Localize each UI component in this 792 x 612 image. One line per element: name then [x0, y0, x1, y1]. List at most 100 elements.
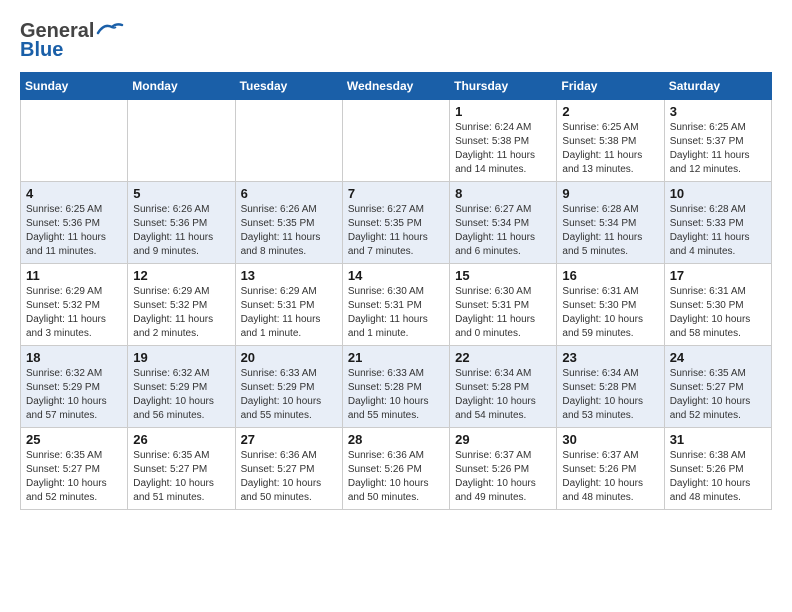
- day-info: Sunrise: 6:37 AM Sunset: 5:26 PM Dayligh…: [455, 449, 551, 505]
- calendar-cell: 18 Sunrise: 6:32 AM Sunset: 5:29 PM Dayli…: [21, 346, 128, 428]
- day-number: 4: [26, 186, 122, 201]
- day-info: Sunrise: 6:33 AM Sunset: 5:29 PM Dayligh…: [241, 367, 337, 423]
- day-number: 14: [348, 268, 444, 283]
- day-number: 8: [455, 186, 551, 201]
- day-number: 31: [670, 432, 766, 447]
- day-number: 12: [133, 268, 229, 283]
- week-row-5: 25 Sunrise: 6:35 AM Sunset: 5:27 PM Dayli…: [21, 428, 772, 510]
- day-info: Sunrise: 6:31 AM Sunset: 5:30 PM Dayligh…: [670, 285, 766, 341]
- week-row-2: 4 Sunrise: 6:25 AM Sunset: 5:36 PM Daylig…: [21, 182, 772, 264]
- day-info: Sunrise: 6:28 AM Sunset: 5:33 PM Dayligh…: [670, 203, 766, 259]
- day-number: 15: [455, 268, 551, 283]
- calendar-cell: [342, 100, 449, 182]
- day-number: 1: [455, 104, 551, 119]
- day-number: 16: [562, 268, 658, 283]
- day-info: Sunrise: 6:29 AM Sunset: 5:32 PM Dayligh…: [26, 285, 122, 341]
- day-info: Sunrise: 6:37 AM Sunset: 5:26 PM Dayligh…: [562, 449, 658, 505]
- day-number: 6: [241, 186, 337, 201]
- logo-blue-text: Blue: [20, 39, 63, 62]
- calendar-cell: 6 Sunrise: 6:26 AM Sunset: 5:35 PM Daylig…: [235, 182, 342, 264]
- weekday-header-saturday: Saturday: [664, 73, 771, 100]
- calendar-cell: 30Sunrise: 6:37 AM Sunset: 5:26 PM Dayli…: [557, 428, 664, 510]
- logo: General Blue: [20, 20, 124, 62]
- day-info: Sunrise: 6:29 AM Sunset: 5:32 PM Dayligh…: [133, 285, 229, 341]
- day-info: Sunrise: 6:32 AM Sunset: 5:29 PM Dayligh…: [133, 367, 229, 423]
- week-row-4: 18 Sunrise: 6:32 AM Sunset: 5:29 PM Dayli…: [21, 346, 772, 428]
- calendar-cell: 24Sunrise: 6:35 AM Sunset: 5:27 PM Dayli…: [664, 346, 771, 428]
- day-info: Sunrise: 6:30 AM Sunset: 5:31 PM Dayligh…: [348, 285, 444, 341]
- day-number: 25: [26, 432, 122, 447]
- calendar-cell: 3 Sunrise: 6:25 AM Sunset: 5:37 PM Daylig…: [664, 100, 771, 182]
- day-number: 18: [26, 350, 122, 365]
- day-info: Sunrise: 6:25 AM Sunset: 5:38 PM Dayligh…: [562, 121, 658, 177]
- day-info: Sunrise: 6:33 AM Sunset: 5:28 PM Dayligh…: [348, 367, 444, 423]
- day-info: Sunrise: 6:24 AM Sunset: 5:38 PM Dayligh…: [455, 121, 551, 177]
- calendar-cell: 16 Sunrise: 6:31 AM Sunset: 5:30 PM Dayli…: [557, 264, 664, 346]
- calendar-cell: 11 Sunrise: 6:29 AM Sunset: 5:32 PM Dayli…: [21, 264, 128, 346]
- day-info: Sunrise: 6:27 AM Sunset: 5:34 PM Dayligh…: [455, 203, 551, 259]
- day-number: 11: [26, 268, 122, 283]
- calendar-cell: 29 Sunrise: 6:37 AM Sunset: 5:26 PM Dayli…: [450, 428, 557, 510]
- day-info: Sunrise: 6:27 AM Sunset: 5:35 PM Dayligh…: [348, 203, 444, 259]
- day-info: Sunrise: 6:35 AM Sunset: 5:27 PM Dayligh…: [670, 367, 766, 423]
- day-info: Sunrise: 6:26 AM Sunset: 5:36 PM Dayligh…: [133, 203, 229, 259]
- day-number: 17: [670, 268, 766, 283]
- calendar-cell: 15 Sunrise: 6:30 AM Sunset: 5:31 PM Dayli…: [450, 264, 557, 346]
- week-row-1: 1 Sunrise: 6:24 AM Sunset: 5:38 PM Daylig…: [21, 100, 772, 182]
- day-number: 13: [241, 268, 337, 283]
- page-header: General Blue: [20, 20, 772, 62]
- day-info: Sunrise: 6:35 AM Sunset: 5:27 PM Dayligh…: [133, 449, 229, 505]
- weekday-header-wednesday: Wednesday: [342, 73, 449, 100]
- calendar-cell: [235, 100, 342, 182]
- logo-bird-icon: [96, 21, 124, 39]
- calendar-cell: 25 Sunrise: 6:35 AM Sunset: 5:27 PM Dayli…: [21, 428, 128, 510]
- weekday-header-sunday: Sunday: [21, 73, 128, 100]
- weekday-header-row: SundayMondayTuesdayWednesdayThursdayFrid…: [21, 73, 772, 100]
- calendar-cell: [21, 100, 128, 182]
- calendar-cell: 12 Sunrise: 6:29 AM Sunset: 5:32 PM Dayli…: [128, 264, 235, 346]
- day-number: 29: [455, 432, 551, 447]
- weekday-header-friday: Friday: [557, 73, 664, 100]
- calendar-cell: 9Sunrise: 6:28 AM Sunset: 5:34 PM Daylig…: [557, 182, 664, 264]
- day-info: Sunrise: 6:31 AM Sunset: 5:30 PM Dayligh…: [562, 285, 658, 341]
- calendar-cell: 31 Sunrise: 6:38 AM Sunset: 5:26 PM Dayli…: [664, 428, 771, 510]
- calendar-cell: 10Sunrise: 6:28 AM Sunset: 5:33 PM Dayli…: [664, 182, 771, 264]
- day-number: 21: [348, 350, 444, 365]
- day-info: Sunrise: 6:36 AM Sunset: 5:26 PM Dayligh…: [348, 449, 444, 505]
- day-number: 22: [455, 350, 551, 365]
- calendar-cell: 2 Sunrise: 6:25 AM Sunset: 5:38 PM Daylig…: [557, 100, 664, 182]
- calendar-cell: 13 Sunrise: 6:29 AM Sunset: 5:31 PM Dayli…: [235, 264, 342, 346]
- calendar-cell: 7Sunrise: 6:27 AM Sunset: 5:35 PM Daylig…: [342, 182, 449, 264]
- day-number: 5: [133, 186, 229, 201]
- day-info: Sunrise: 6:26 AM Sunset: 5:35 PM Dayligh…: [241, 203, 337, 259]
- calendar-cell: 17 Sunrise: 6:31 AM Sunset: 5:30 PM Dayli…: [664, 264, 771, 346]
- calendar-cell: 14 Sunrise: 6:30 AM Sunset: 5:31 PM Dayli…: [342, 264, 449, 346]
- day-info: Sunrise: 6:30 AM Sunset: 5:31 PM Dayligh…: [455, 285, 551, 341]
- day-number: 9: [562, 186, 658, 201]
- day-number: 3: [670, 104, 766, 119]
- day-info: Sunrise: 6:38 AM Sunset: 5:26 PM Dayligh…: [670, 449, 766, 505]
- day-info: Sunrise: 6:34 AM Sunset: 5:28 PM Dayligh…: [455, 367, 551, 423]
- weekday-header-tuesday: Tuesday: [235, 73, 342, 100]
- calendar-cell: 20 Sunrise: 6:33 AM Sunset: 5:29 PM Dayli…: [235, 346, 342, 428]
- day-info: Sunrise: 6:25 AM Sunset: 5:37 PM Dayligh…: [670, 121, 766, 177]
- day-number: 26: [133, 432, 229, 447]
- day-number: 20: [241, 350, 337, 365]
- day-info: Sunrise: 6:36 AM Sunset: 5:27 PM Dayligh…: [241, 449, 337, 505]
- day-number: 19: [133, 350, 229, 365]
- weekday-header-thursday: Thursday: [450, 73, 557, 100]
- calendar-cell: 8 Sunrise: 6:27 AM Sunset: 5:34 PM Daylig…: [450, 182, 557, 264]
- calendar-cell: 1 Sunrise: 6:24 AM Sunset: 5:38 PM Daylig…: [450, 100, 557, 182]
- day-info: Sunrise: 6:25 AM Sunset: 5:36 PM Dayligh…: [26, 203, 122, 259]
- day-info: Sunrise: 6:29 AM Sunset: 5:31 PM Dayligh…: [241, 285, 337, 341]
- calendar-cell: 19 Sunrise: 6:32 AM Sunset: 5:29 PM Dayli…: [128, 346, 235, 428]
- calendar-cell: 23 Sunrise: 6:34 AM Sunset: 5:28 PM Dayli…: [557, 346, 664, 428]
- day-number: 2: [562, 104, 658, 119]
- calendar-cell: 28 Sunrise: 6:36 AM Sunset: 5:26 PM Dayli…: [342, 428, 449, 510]
- calendar-cell: 21 Sunrise: 6:33 AM Sunset: 5:28 PM Dayli…: [342, 346, 449, 428]
- day-info: Sunrise: 6:32 AM Sunset: 5:29 PM Dayligh…: [26, 367, 122, 423]
- day-number: 23: [562, 350, 658, 365]
- day-info: Sunrise: 6:35 AM Sunset: 5:27 PM Dayligh…: [26, 449, 122, 505]
- day-info: Sunrise: 6:34 AM Sunset: 5:28 PM Dayligh…: [562, 367, 658, 423]
- day-number: 28: [348, 432, 444, 447]
